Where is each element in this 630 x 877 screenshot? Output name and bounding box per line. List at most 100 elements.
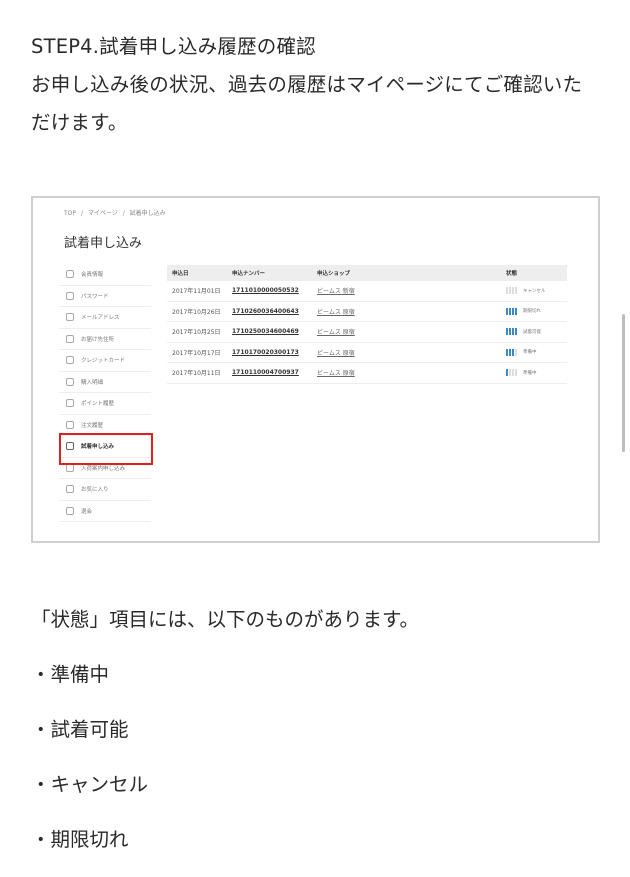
page-scrollbar[interactable] xyxy=(622,314,625,452)
sidebar-item-label: ポイント履歴 xyxy=(81,401,115,408)
status-progress xyxy=(506,307,518,315)
col-header-status: 状態 xyxy=(506,271,518,277)
sidebar-item-label: 注文履歴 xyxy=(81,422,104,429)
apply-shop-link[interactable]: ビームス 原宿 xyxy=(313,307,506,316)
apply-date: 2017年10月25日 xyxy=(172,329,221,337)
status-progress-segment xyxy=(512,287,514,295)
status-progress-segment xyxy=(509,369,511,377)
status-progress-segment xyxy=(506,328,508,336)
intro-text: STEP4.試着申し込み履歴の確認 お申し込み後の状況、過去の履歴はマイページに… xyxy=(31,28,606,142)
mypage-screenshot: TOP / マイページ / 試着申し込み 試着申し込み 会員情報パスワードメール… xyxy=(31,196,600,543)
apply-date: 2017年10月26日 xyxy=(172,308,221,316)
status-item: ・キャンセル xyxy=(31,773,149,796)
status-progress-segment xyxy=(509,287,511,295)
status-progress xyxy=(506,328,518,336)
status-progress xyxy=(506,348,518,356)
status-item: ・準備中 xyxy=(31,663,110,686)
status-progress-segment xyxy=(512,307,514,315)
exit-icon xyxy=(66,506,74,515)
sidebar-item-label: 会員情報 xyxy=(81,272,104,279)
table-row: 2017年10月26日 1710260036400643 ビームス 原宿 期限切れ xyxy=(167,302,567,322)
status-item: ・試着可能 xyxy=(31,718,129,741)
apply-shop-link[interactable]: ビームス 原宿 xyxy=(313,327,506,336)
status-lead: 「状態」項目には、以下のものがあります。 xyxy=(31,608,420,631)
card-icon xyxy=(66,356,74,365)
col-header-number: 申込ナンバー xyxy=(232,271,266,277)
sidebar-item-label: 退会 xyxy=(81,508,93,515)
sidebar-item[interactable]: クレジットカード xyxy=(59,350,151,372)
apply-date: 2017年10月17日 xyxy=(172,349,221,357)
breadcrumb-item[interactable]: TOP xyxy=(64,210,76,217)
status-progress-segment xyxy=(512,348,514,356)
heart-icon xyxy=(66,485,74,494)
apply-number-link[interactable]: 1710170020300173 xyxy=(229,349,313,356)
status-cell: 期限切れ xyxy=(506,307,567,315)
mail-at-icon xyxy=(66,313,74,322)
receipt-icon xyxy=(66,377,74,386)
status-progress-segment xyxy=(515,328,517,336)
history-icon xyxy=(66,420,74,429)
status-label: 準備中 xyxy=(523,370,537,376)
status-progress-segment xyxy=(512,369,514,377)
status-cell: 準備中 xyxy=(506,369,567,377)
sidebar-item[interactable]: 会員情報 xyxy=(59,264,151,286)
sidebar-item-label: クレジットカード xyxy=(81,358,126,365)
user-icon xyxy=(66,270,74,279)
sidebar-item-label: お届け先住所 xyxy=(81,336,115,343)
status-cell: キャンセル xyxy=(506,287,567,295)
status-explanation: 「状態」項目には、以下のものがあります。 ・準備中 ・試着可能 ・キャンセル ・… xyxy=(31,600,419,875)
table-row: 2017年10月11日 1710110004700937 ビームス 原宿 準備中 xyxy=(167,363,567,384)
apply-number-link[interactable]: 1710110004700937 xyxy=(229,369,313,376)
sidebar-item[interactable]: お届け先住所 xyxy=(59,329,151,350)
status-progress-segment xyxy=(515,348,517,356)
col-header-date: 申込日 xyxy=(172,271,189,277)
status-cell: 準備中 xyxy=(506,348,567,356)
sidebar-item[interactable]: ポイント履歴 xyxy=(59,393,151,415)
status-label: 準備中 xyxy=(523,350,537,356)
sidebar-item[interactable]: パスワード xyxy=(59,286,151,307)
sidebar-item[interactable]: 退会 xyxy=(59,501,151,522)
status-progress-segment xyxy=(506,287,508,295)
breadcrumb: TOP / マイページ / 試着申し込み xyxy=(64,210,166,217)
status-cell: 試着可能 xyxy=(506,328,567,336)
apply-date: 2017年10月11日 xyxy=(172,370,221,378)
apply-shop-link[interactable]: ビームス 原宿 xyxy=(313,348,506,357)
sidebar-item[interactable]: メールアドレス xyxy=(59,307,151,329)
apply-number-link[interactable]: 1710250034600469 xyxy=(229,328,313,335)
apply-number-link[interactable]: 1711010000050532 xyxy=(229,287,313,294)
trial-history-table: 申込日 申込ナンバー 申込ショップ 状態 2017年11月01日 17110100… xyxy=(167,265,567,384)
status-progress-segment xyxy=(512,328,514,336)
status-label: 期限切れ xyxy=(523,309,541,315)
apply-date: 2017年11月01日 xyxy=(172,288,221,296)
status-item: ・期限切れ xyxy=(31,828,129,851)
table-row: 2017年10月17日 1710170020300173 ビームス 原宿 準備中 xyxy=(167,343,567,363)
status-progress-segment xyxy=(506,369,508,377)
status-progress-segment xyxy=(509,328,511,336)
step-heading: STEP4.試着申し込み履歴の確認 xyxy=(31,35,316,58)
location-icon xyxy=(66,334,74,343)
status-progress-segment xyxy=(515,369,517,377)
status-progress xyxy=(506,369,518,377)
intro-line: お申し込み後の状況、過去の履歴はマイページにてご確認いた xyxy=(31,73,583,96)
table-row: 2017年11月01日 1711010000050532 ビームス 新宿 キャンセル xyxy=(167,281,567,302)
page-title: 試着申し込み xyxy=(64,236,143,251)
breadcrumb-item: 試着申し込み xyxy=(129,210,166,217)
sidebar-item[interactable]: 購入明細 xyxy=(59,372,151,393)
status-progress-segment xyxy=(509,348,511,356)
table-row: 2017年10月25日 1710250034600469 ビームス 原宿 試着可能 xyxy=(167,322,567,343)
apply-number-link[interactable]: 1710260036400643 xyxy=(229,308,313,315)
status-progress-segment xyxy=(506,348,508,356)
key-icon xyxy=(66,291,74,300)
status-progress-segment xyxy=(515,307,517,315)
sidebar-item-label: パスワード xyxy=(81,293,109,300)
status-progress-segment xyxy=(509,307,511,315)
apply-shop-link[interactable]: ビームス 原宿 xyxy=(313,368,506,377)
highlight-box xyxy=(59,433,153,465)
breadcrumb-item[interactable]: マイページ xyxy=(88,210,118,217)
point-icon xyxy=(66,399,74,408)
status-progress-segment xyxy=(515,287,517,295)
sidebar-item[interactable]: お気に入り xyxy=(59,479,151,501)
intro-line: だけます。 xyxy=(31,111,128,134)
apply-shop-link[interactable]: ビームス 新宿 xyxy=(313,286,506,295)
sidebar-item-label: 購入明細 xyxy=(81,379,104,386)
